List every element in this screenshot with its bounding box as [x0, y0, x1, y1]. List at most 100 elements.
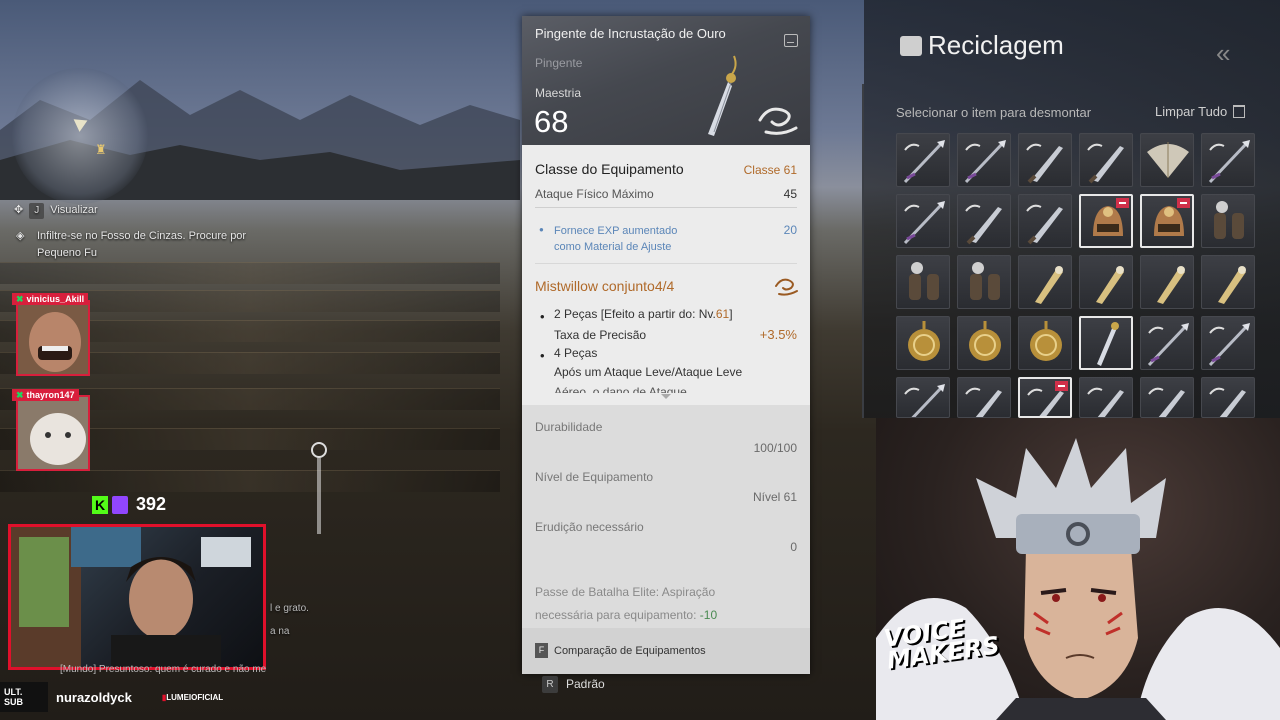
compare-button[interactable]: F Comparação de Equipamentos [535, 643, 706, 658]
item-slot[interactable] [1079, 133, 1133, 187]
item-slot[interactable] [957, 316, 1011, 370]
stream-brand-bar: ULT. SUB nurazoldyck ▮LUMEIOFICIAL [0, 682, 270, 712]
item-slot[interactable] [957, 133, 1011, 187]
item-slot[interactable] [1079, 316, 1133, 370]
gauntlet-icon [970, 262, 1000, 300]
class-label: Classe do Equipamento [535, 161, 684, 177]
item-slot[interactable] [1201, 377, 1255, 418]
chat-line-3: [Mundo] Presuntoso: quem é curado e não … [60, 664, 267, 675]
item-slot[interactable] [1079, 255, 1133, 309]
item-slot[interactable] [1140, 377, 1194, 418]
item-slot[interactable] [1201, 316, 1255, 370]
character-illustration [876, 438, 1280, 720]
viewer-counter: K 392 [92, 494, 166, 515]
equip-level-label: Nível de Equipamento [535, 470, 654, 484]
view-hint[interactable]: ✥ J Visualizar [14, 203, 98, 219]
streamer-webcam [8, 524, 266, 670]
item-slot[interactable] [1018, 255, 1072, 309]
quest-objective-line1: Infiltre-se no Fosso de Cinzas. Procure … [37, 230, 247, 242]
item-slot[interactable] [957, 377, 1011, 418]
back-arrow-icon[interactable]: « [1216, 38, 1230, 69]
default-key: R [542, 675, 558, 693]
item-slot[interactable] [1079, 377, 1133, 418]
item-slot[interactable] [1140, 194, 1194, 248]
quest-marker-icon: ♜ [95, 142, 107, 157]
streamer-handle: nurazoldyck [56, 689, 132, 705]
recycle-title: Reciclagem [928, 30, 1064, 60]
item-slot[interactable] [957, 255, 1011, 309]
bracer-icon [1157, 266, 1185, 304]
mastery-label: Maestria [535, 86, 582, 100]
select-hint: Selecionar o item para desmontar [896, 105, 1092, 120]
spear-icon [903, 140, 945, 184]
set-2pc-label: 2 Peças [Efeito a partir do: Nv. [554, 307, 716, 321]
item-slot[interactable] [896, 377, 950, 418]
item-slot[interactable] [1201, 255, 1255, 309]
chat-line-2: a na [270, 626, 290, 637]
set-4pc-label: 4 Peças [554, 346, 598, 360]
compare-key: F [535, 643, 548, 658]
amulet-icon [1030, 321, 1062, 361]
spear-icon [964, 140, 1006, 184]
clear-all-button[interactable]: Limpar Tudo [1155, 104, 1246, 119]
mastery-value: 68 [534, 104, 569, 139]
set-name: Mistwillow conjunto4/4 [535, 278, 675, 294]
item-slot[interactable] [1140, 133, 1194, 187]
item-slot[interactable] [896, 255, 950, 309]
cam2-user: thayron147 [26, 390, 75, 400]
viewer-cam-1 [16, 300, 90, 376]
clear-all-label: Limpar Tudo [1155, 104, 1228, 119]
item-slot[interactable] [1140, 255, 1194, 309]
item-slot[interactable] [1018, 377, 1072, 418]
stair-step [0, 470, 500, 492]
bullet-dot: ● [539, 225, 544, 234]
item-slot[interactable] [1018, 316, 1072, 370]
item-slot[interactable] [1018, 194, 1072, 248]
default-button[interactable]: R Padrão [522, 674, 810, 694]
remove-mark-icon[interactable] [1177, 198, 1190, 208]
item-slot[interactable] [896, 133, 950, 187]
exp-line1: Fornece EXP aumentado [554, 225, 678, 237]
amulet-icon [908, 321, 940, 361]
item-slot[interactable] [1201, 133, 1255, 187]
scroll-down-icon[interactable] [661, 394, 671, 399]
recycle-icon [900, 36, 922, 56]
erudition-value: 0 [790, 540, 797, 554]
blade-icon [965, 204, 1002, 245]
gauntlet-icon [1214, 201, 1244, 239]
bracer-icon [1035, 266, 1063, 304]
minimap[interactable] [12, 68, 148, 204]
viewer-cam-2-tag: ✖ thayron147 [12, 389, 79, 401]
exp-bonus: Fornece EXP aumentado como Material de A… [554, 223, 677, 255]
remove-mark-icon[interactable] [1055, 381, 1068, 391]
item-slot[interactable] [1079, 194, 1133, 248]
spear-icon [1208, 140, 1250, 184]
trash-icon [1233, 105, 1246, 118]
item-slot[interactable] [1140, 316, 1194, 370]
item-slot[interactable] [896, 316, 950, 370]
kick-icon: K [92, 495, 108, 514]
exp-line2: como Material de Ajuste [554, 241, 672, 253]
remove-mark-icon[interactable] [1116, 198, 1129, 208]
viewer-count: 392 [136, 494, 167, 514]
item-slot[interactable] [1201, 194, 1255, 248]
item-slot[interactable] [1018, 133, 1072, 187]
blade-icon [1087, 387, 1124, 417]
set-swirl-icon [758, 107, 798, 135]
sponsor-label: ▮LUMEIOFICIAL [161, 692, 224, 702]
viewer-cam-2 [16, 395, 90, 471]
item-slot[interactable] [957, 194, 1011, 248]
stair-step [0, 262, 500, 284]
equip-level-value: Nível 61 [752, 490, 797, 504]
blade-icon [1026, 204, 1063, 245]
bracer-icon [1096, 266, 1124, 304]
amulet-icon [969, 321, 1001, 361]
streamer-image [11, 527, 251, 667]
item-slot[interactable] [896, 194, 950, 248]
default-label: Padrão [566, 677, 605, 691]
white-rat-image [18, 397, 88, 469]
lock-item-icon[interactable] [784, 34, 798, 47]
view-label: Visualizar [50, 204, 98, 216]
bracer-icon [1218, 266, 1246, 304]
blade-icon [965, 387, 1002, 417]
